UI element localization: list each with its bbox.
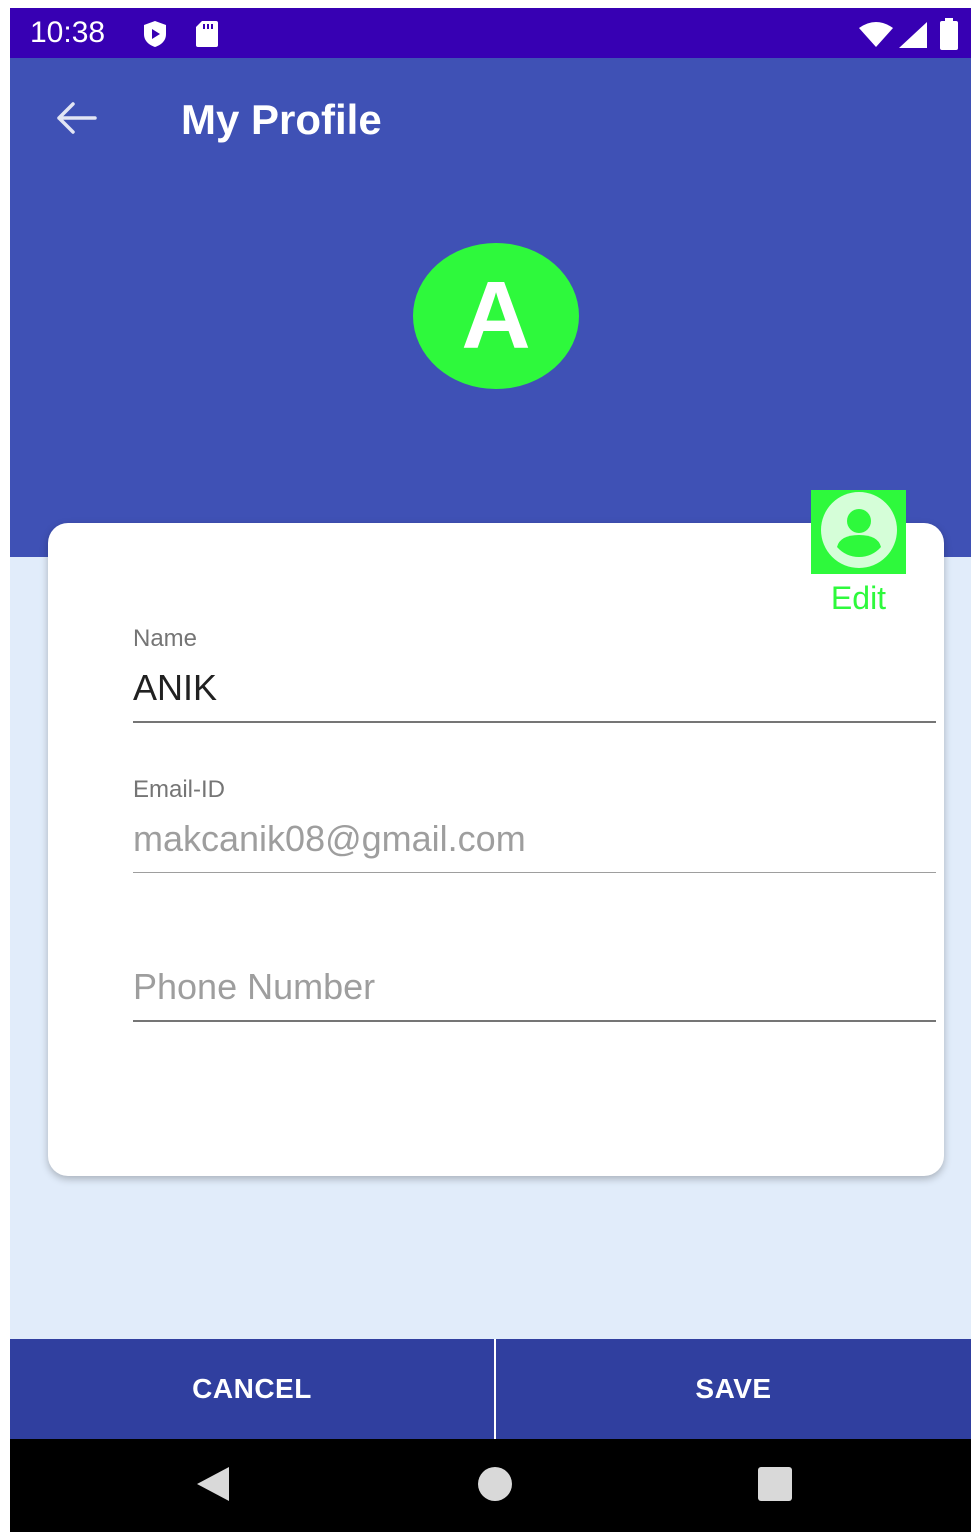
wifi-icon — [858, 22, 894, 53]
name-input[interactable]: ANIK — [133, 667, 936, 709]
back-button[interactable] — [50, 94, 102, 146]
email-underline — [133, 872, 936, 873]
phone-underline — [133, 1020, 936, 1022]
play-protect-icon — [142, 20, 168, 53]
avatar: A — [413, 243, 579, 389]
status-bar: 10:38 — [10, 8, 971, 58]
avatar-initial: A — [461, 262, 531, 369]
email-label: Email-ID — [133, 776, 226, 803]
save-button[interactable]: SAVE — [496, 1339, 971, 1439]
profile-card: Name ANIK Email-ID makcanik08@gmail.com … — [48, 523, 944, 1176]
status-time: 10:38 — [30, 16, 106, 49]
phone-input[interactable]: Phone Number — [133, 966, 936, 1008]
account-circle-icon — [820, 491, 898, 574]
phone-label — [133, 924, 936, 952]
sd-card-icon — [195, 20, 219, 53]
email-field: Email-ID makcanik08@gmail.com — [133, 776, 936, 873]
back-triangle-icon — [193, 1464, 233, 1509]
cancel-button[interactable]: CANCEL — [10, 1339, 494, 1439]
name-field[interactable]: Name ANIK — [133, 625, 936, 723]
home-circle-icon — [475, 1464, 515, 1509]
nav-home-button[interactable] — [472, 1463, 518, 1509]
profile-header: My Profile A — [10, 58, 971, 557]
edit-label[interactable]: Edit — [807, 580, 910, 616]
battery-icon — [940, 18, 958, 55]
save-label: SAVE — [695, 1373, 772, 1404]
device-screen: 10:38 My Profile A Name ANIK Email-ID ma… — [10, 8, 971, 1532]
system-nav-bar — [10, 1439, 971, 1532]
phone-field[interactable]: Phone Number — [133, 924, 936, 1022]
name-label: Name — [133, 625, 198, 652]
action-bar: CANCEL SAVE — [10, 1339, 971, 1439]
nav-back-button[interactable] — [190, 1463, 236, 1509]
page-title: My Profile — [181, 96, 382, 143]
arrow-back-icon — [55, 101, 97, 140]
recents-square-icon — [755, 1464, 795, 1509]
name-underline — [133, 721, 936, 723]
nav-recents-button[interactable] — [752, 1463, 798, 1509]
email-input: makcanik08@gmail.com — [133, 818, 526, 859]
cancel-label: CANCEL — [192, 1373, 312, 1404]
cell-signal-icon — [898, 21, 928, 54]
edit-photo-button[interactable] — [811, 490, 906, 574]
